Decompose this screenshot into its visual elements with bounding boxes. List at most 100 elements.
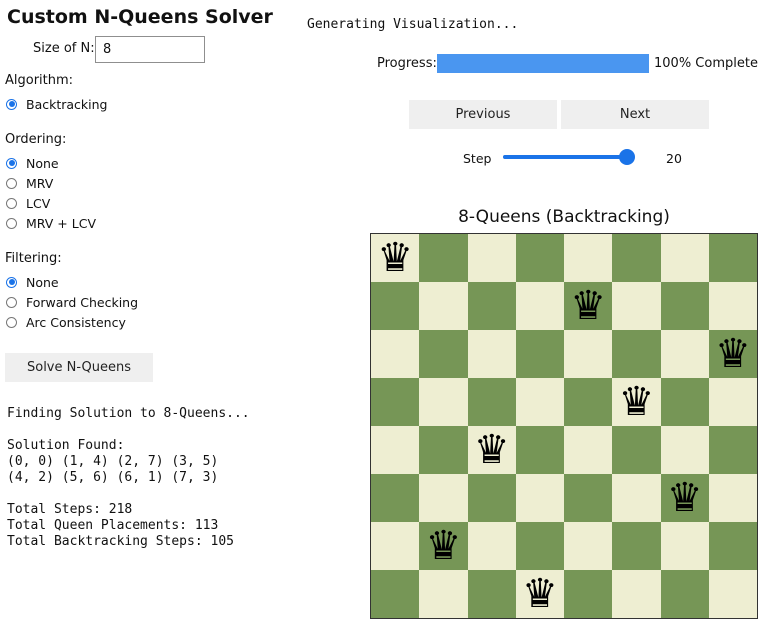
board-cell — [371, 570, 420, 618]
board-cell — [515, 378, 564, 426]
log-line: Total Steps: 218 — [7, 502, 133, 517]
board-cell — [708, 426, 757, 474]
board-cell — [612, 426, 661, 474]
filtering-option-forward-checking[interactable]: Forward Checking — [6, 292, 138, 312]
log-line: Solution Found: — [7, 438, 125, 453]
filtering-option-arc-consistency[interactable]: Arc Consistency — [6, 312, 138, 332]
board-cell — [660, 378, 709, 426]
radio-button[interactable] — [6, 217, 17, 229]
board-cell — [612, 522, 661, 570]
app-title: Custom N-Queens Solver — [7, 6, 273, 28]
ordering-label: Ordering: — [5, 132, 67, 147]
radio-button[interactable] — [6, 197, 17, 209]
board-cell — [564, 474, 613, 522]
solve-button[interactable]: Solve N-Queens — [5, 353, 153, 382]
board-cell: ♛ — [612, 378, 661, 426]
board-cell — [515, 426, 564, 474]
next-button[interactable]: Next — [561, 100, 709, 129]
board-cell — [708, 570, 757, 618]
board-cell — [467, 474, 516, 522]
board-cell — [419, 474, 468, 522]
step-slider[interactable] — [503, 149, 635, 165]
board-cell — [612, 282, 661, 330]
board-cell: ♛ — [419, 522, 468, 570]
radio-button[interactable] — [6, 98, 17, 110]
radio-label: LCV — [26, 195, 51, 211]
log-line: (4, 2) (5, 6) (6, 1) (7, 3) — [7, 470, 219, 485]
radio-label: Forward Checking — [26, 294, 139, 310]
queen-icon: ♛ — [473, 427, 510, 473]
board-cell — [419, 282, 468, 330]
board-cell — [708, 378, 757, 426]
queen-icon: ♛ — [377, 235, 414, 281]
solver-log: Finding Solution to 8-Queens... Solution… — [7, 406, 250, 550]
radio-button[interactable] — [6, 177, 17, 189]
board-cell: ♛ — [564, 282, 613, 330]
board-cell — [660, 234, 709, 282]
board-cell — [564, 522, 613, 570]
board-cell — [612, 474, 661, 522]
board-cell — [419, 426, 468, 474]
board-cell — [612, 330, 661, 378]
board-cell — [371, 330, 420, 378]
radio-button[interactable] — [6, 157, 17, 169]
board-cell — [708, 522, 757, 570]
radio-button[interactable] — [6, 296, 17, 308]
board-cell — [419, 330, 468, 378]
step-value: 20 — [666, 151, 682, 166]
radio-label: None — [26, 155, 59, 171]
algorithm-group: Backtracking — [6, 94, 108, 114]
board-cell — [564, 330, 613, 378]
progress-bar-fill — [437, 54, 649, 73]
ordering-option-none[interactable]: None — [6, 153, 96, 173]
board-cell — [660, 522, 709, 570]
board-cell — [660, 330, 709, 378]
radio-label: MRV + LCV — [26, 215, 97, 231]
board-cell — [467, 282, 516, 330]
board-cell — [371, 522, 420, 570]
board-cell — [371, 474, 420, 522]
step-slider-thumb[interactable] — [618, 149, 635, 165]
board-cell: ♛ — [371, 234, 420, 282]
radio-label: Arc Consistency — [26, 314, 126, 330]
board-cell — [467, 330, 516, 378]
log-line: (0, 0) (1, 4) (2, 7) (3, 5) — [7, 454, 219, 469]
board-cell — [564, 570, 613, 618]
size-input[interactable] — [95, 36, 205, 63]
chess-board: ♛ ♛ ♛ ♛ ♛ ♛ ♛ ♛ — [370, 233, 758, 619]
log-line: Finding Solution to 8-Queens... — [7, 406, 250, 421]
board-cell — [419, 378, 468, 426]
board-cell — [515, 282, 564, 330]
board-cell — [708, 282, 757, 330]
log-line: Total Backtracking Steps: 105 — [7, 534, 234, 549]
queen-icon: ♛ — [570, 283, 607, 329]
progress-label: Progress: — [377, 56, 437, 71]
queen-icon: ♛ — [425, 523, 462, 569]
board-cell — [467, 234, 516, 282]
filtering-option-none[interactable]: None — [6, 272, 138, 292]
radio-button[interactable] — [6, 316, 17, 328]
ordering-option-mrv-lcv[interactable]: MRV + LCV — [6, 213, 96, 233]
board-cell — [467, 570, 516, 618]
ordering-option-mrv[interactable]: MRV — [6, 173, 96, 193]
board-cell: ♛ — [708, 330, 757, 378]
board-cell — [660, 282, 709, 330]
board-cell — [708, 234, 757, 282]
board-cell — [564, 234, 613, 282]
previous-button[interactable]: Previous — [409, 100, 557, 129]
radio-button[interactable] — [6, 276, 17, 288]
board-cell: ♛ — [467, 426, 516, 474]
log-line: Total Queen Placements: 113 — [7, 518, 219, 533]
algorithm-option-backtracking[interactable]: Backtracking — [6, 94, 108, 114]
board-cell — [708, 474, 757, 522]
board-cell — [419, 234, 468, 282]
board-cell — [467, 522, 516, 570]
board-cell — [612, 234, 661, 282]
radio-label: None — [26, 274, 59, 290]
board-cell — [515, 330, 564, 378]
board-cell — [371, 378, 420, 426]
size-label: Size of N: — [33, 41, 95, 56]
ordering-option-lcv[interactable]: LCV — [6, 193, 96, 213]
visualization-status: Generating Visualization... — [307, 17, 519, 32]
filtering-group: None Forward Checking Arc Consistency — [6, 272, 138, 332]
